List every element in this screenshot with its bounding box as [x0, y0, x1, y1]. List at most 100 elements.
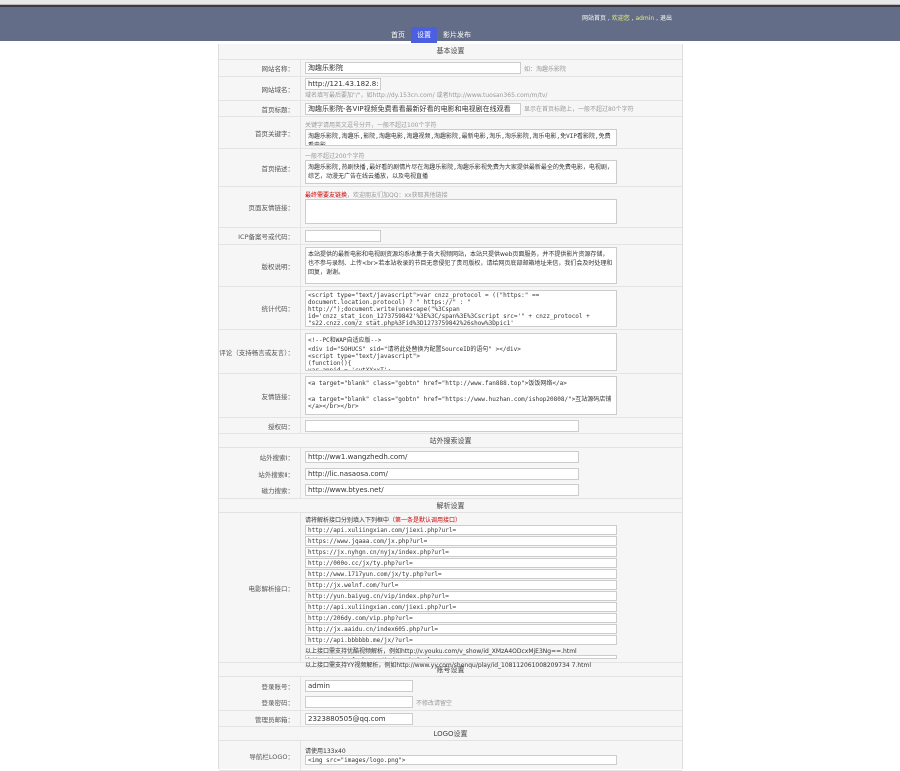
- label: 首页描述：: [219, 149, 301, 186]
- api-list: http://api.xuliingxian.com/jiexi.php?url…: [305, 525, 678, 646]
- site-name-input[interactable]: [305, 62, 521, 74]
- welcome-text: 欢迎您: [611, 15, 630, 22]
- row-password: 登录密码： 不修改请留空: [219, 694, 682, 711]
- friend-links-textarea[interactable]: [305, 199, 617, 224]
- hint: 一般不超过200个字符: [305, 153, 365, 160]
- logout-link[interactable]: 退出: [660, 15, 672, 22]
- row-friend-links: 页面友情链接： 最终需要友链换，欢迎朋友们加QQ：xx获取其他链接: [219, 187, 682, 228]
- row-icp: ICP备案号或代码：: [219, 228, 682, 245]
- row-email: 管理员邮箱：: [219, 711, 682, 727]
- api-textarea[interactable]: http://api.bbbbbb.me/jx/?url=: [305, 635, 617, 645]
- row-comments: 评论（支持畅言或友言）： <!--PC和WAP自适应版--> <div id="…: [219, 330, 682, 374]
- row-site-name: 网站名称： 如：淘趣乐影院: [219, 60, 682, 77]
- row-logo: 导航栏LOGO： 请使用133x40 <img src="images/logo.…: [219, 741, 682, 771]
- label: 站外搜索Ⅱ：: [219, 465, 301, 482]
- section-parse: 解析设置: [219, 499, 682, 513]
- hint: 域名填写最后要加"/"，如http://dy.153cn.com/ 或者http…: [305, 92, 548, 99]
- site-home-link[interactable]: 网站首页: [582, 15, 606, 22]
- comments-textarea[interactable]: <!--PC和WAP自适应版--> <div id="SOHUCS" sid="…: [305, 332, 617, 371]
- label: 登录密码：: [219, 694, 301, 710]
- row-username: 登录账号：: [219, 677, 682, 694]
- row-search-2: 站外搜索Ⅱ：: [219, 465, 682, 482]
- icp-input[interactable]: [305, 230, 381, 242]
- label: 友情链接：: [219, 374, 301, 417]
- label: 磁力搜索：: [219, 482, 301, 498]
- email-input[interactable]: [305, 712, 413, 725]
- links-textarea[interactable]: <a target="blank" class="gobtn" href="ht…: [305, 376, 617, 415]
- nav-publish[interactable]: 影片发布: [437, 27, 477, 43]
- label: 网站域名：: [219, 77, 301, 100]
- auth-code-input[interactable]: [305, 419, 579, 432]
- stats-textarea[interactable]: <script type="text/javascript">var cnzz_…: [305, 289, 617, 327]
- api-textarea[interactable]: http://api.xuliingxian.com/jiexi.php?url…: [305, 525, 617, 535]
- hint: 请使用133x40: [305, 747, 346, 755]
- section-logo: LOGO设置: [219, 727, 682, 741]
- row-auth: 授权码：: [219, 418, 682, 434]
- row-home-title: 首页标题： 显示在首页标题上，一般不超过80个字符: [219, 101, 682, 117]
- label: 站外搜索Ⅰ：: [219, 448, 301, 465]
- yy-api-textarea[interactable]: http://api.xfsub.com/index.php?url=: [305, 655, 617, 659]
- domain-input[interactable]: [305, 78, 381, 90]
- label: 电影解析接口：: [219, 513, 301, 662]
- username: admin: [635, 15, 655, 22]
- api-textarea[interactable]: http://jx.aaidu.cn/index605.php?url=: [305, 624, 617, 634]
- label: 统计代码：: [219, 287, 301, 329]
- label: 评论（支持畅言或友言）：: [219, 330, 301, 373]
- hint: 如：淘趣乐影院: [524, 65, 567, 73]
- password-input[interactable]: [305, 696, 413, 708]
- magnet-search-input[interactable]: [305, 484, 579, 496]
- label: 页面友情链接：: [219, 187, 301, 227]
- hint: 不修改请留空: [416, 699, 453, 707]
- row-stats: 统计代码： <script type="text/javascript">var…: [219, 287, 682, 330]
- description-textarea[interactable]: 淘趣乐影院,热剧快播,最好看的剧情片尽在淘趣乐影院,淘趣乐影视免费为大家提供最新…: [305, 160, 617, 184]
- api-textarea[interactable]: http://api.xuliingxian.com/jiexi.php?url…: [305, 602, 617, 612]
- api-textarea[interactable]: http://206dy.com/vip.php?url=: [305, 613, 617, 623]
- api-textarea[interactable]: http://yun.baiyug.cn/vip/index.php?url=: [305, 591, 617, 601]
- hint: 请将解析接口分别填入下列框中（: [305, 517, 396, 524]
- api-textarea[interactable]: http://000o.cc/jx/ty.php?url=: [305, 558, 617, 568]
- yy-note: 以上接口需支持YY视频解析，例如http://www.yy.com/shenqu…: [305, 662, 592, 669]
- hint: 关键字请用英文逗号分开，一般不超过100个字符: [305, 121, 437, 129]
- label: 网站名称：: [219, 60, 301, 76]
- keywords-textarea[interactable]: 淘趣乐影院,淘趣乐,影院,淘趣电影,淘趣视频,淘趣影院,最新电影,淘乐,淘乐影院…: [305, 128, 617, 146]
- api-textarea[interactable]: https://jx.nyhgn.cn/nyjx/index.php?url=: [305, 547, 617, 557]
- row-search-1: 站外搜索Ⅰ：: [219, 448, 682, 465]
- label: 导航栏LOGO：: [219, 741, 301, 770]
- api-textarea[interactable]: http://jx.welnf.com/?url=: [305, 580, 617, 590]
- hint: 显示在首页标题上，一般不超过80个字符: [524, 106, 634, 113]
- logo-textarea[interactable]: <img src="images/logo.png">: [305, 754, 617, 765]
- user-bar: 网站首页 , 欢迎您 , admin , 退出: [581, 15, 672, 22]
- row-parse-apis: 电影解析接口： 请将解析接口分别填入下列框中（第一条是默认调用接口） http:…: [219, 513, 682, 669]
- label: 首页标题：: [219, 101, 301, 116]
- section-basic: 基本设置: [219, 44, 682, 60]
- label: 授权码：: [219, 418, 301, 433]
- nav-settings[interactable]: 设置: [411, 27, 437, 43]
- label: ICP备案号或代码：: [219, 228, 301, 244]
- username-input[interactable]: [305, 679, 413, 692]
- label: 管理员邮箱：: [219, 711, 301, 726]
- label: 首页关键字：: [219, 117, 301, 148]
- main-nav: 首页 设置 影片发布: [385, 27, 477, 43]
- row-description: 首页描述： 一般不超过200个字符 淘趣乐影院,热剧快播,最好看的剧情片尽在淘趣乐…: [219, 149, 682, 187]
- row-keywords: 首页关键字： 关键字请用英文逗号分开，一般不超过100个字符 淘趣乐影院,淘趣乐,…: [219, 117, 682, 149]
- hint-red: 最终需要友链换: [305, 192, 348, 199]
- section-search: 站外搜索设置: [219, 434, 682, 448]
- search-2-input[interactable]: [305, 467, 579, 480]
- hint-end: ）: [455, 517, 462, 524]
- row-magnet-search: 磁力搜索：: [219, 482, 682, 499]
- api-textarea[interactable]: http://www.1717yun.com/jx/ty.php?url=: [305, 569, 617, 579]
- label: 版权说明：: [219, 245, 301, 286]
- copyright-textarea[interactable]: 本站提供的最新电影和电视剧资源均系收集于各大视频网站，本站只提供web页面服务，…: [305, 247, 617, 284]
- row-domain: 网站域名： 域名填写最后要加"/"，如http://dy.153cn.com/ …: [219, 77, 682, 101]
- settings-panel: 基本设置 网站名称： 如：淘趣乐影院 网站域名： 域名填写最后要加"/"，如ht…: [218, 44, 683, 771]
- nav-home[interactable]: 首页: [385, 27, 411, 43]
- youku-note: 以上接口需支持优酷视频解析，例如http://v.youku.com/v_sho…: [305, 648, 577, 655]
- hint-red: 第一条是默认调用接口: [395, 517, 456, 524]
- label: 登录账号：: [219, 677, 301, 694]
- home-title-input[interactable]: [305, 102, 521, 115]
- row-copyright: 版权说明： 本站提供的最新电影和电视剧资源均系收集于各大视频网站，本站只提供we…: [219, 245, 682, 287]
- row-links: 友情链接： <a target="blank" class="gobtn" hr…: [219, 374, 682, 418]
- header-bar: 网站首页 , 欢迎您 , admin , 退出 首页 设置 影片发布: [0, 5, 900, 43]
- api-textarea[interactable]: https://www.jqaaa.com/jx.php?url=: [305, 536, 617, 546]
- search-1-input[interactable]: [305, 450, 579, 463]
